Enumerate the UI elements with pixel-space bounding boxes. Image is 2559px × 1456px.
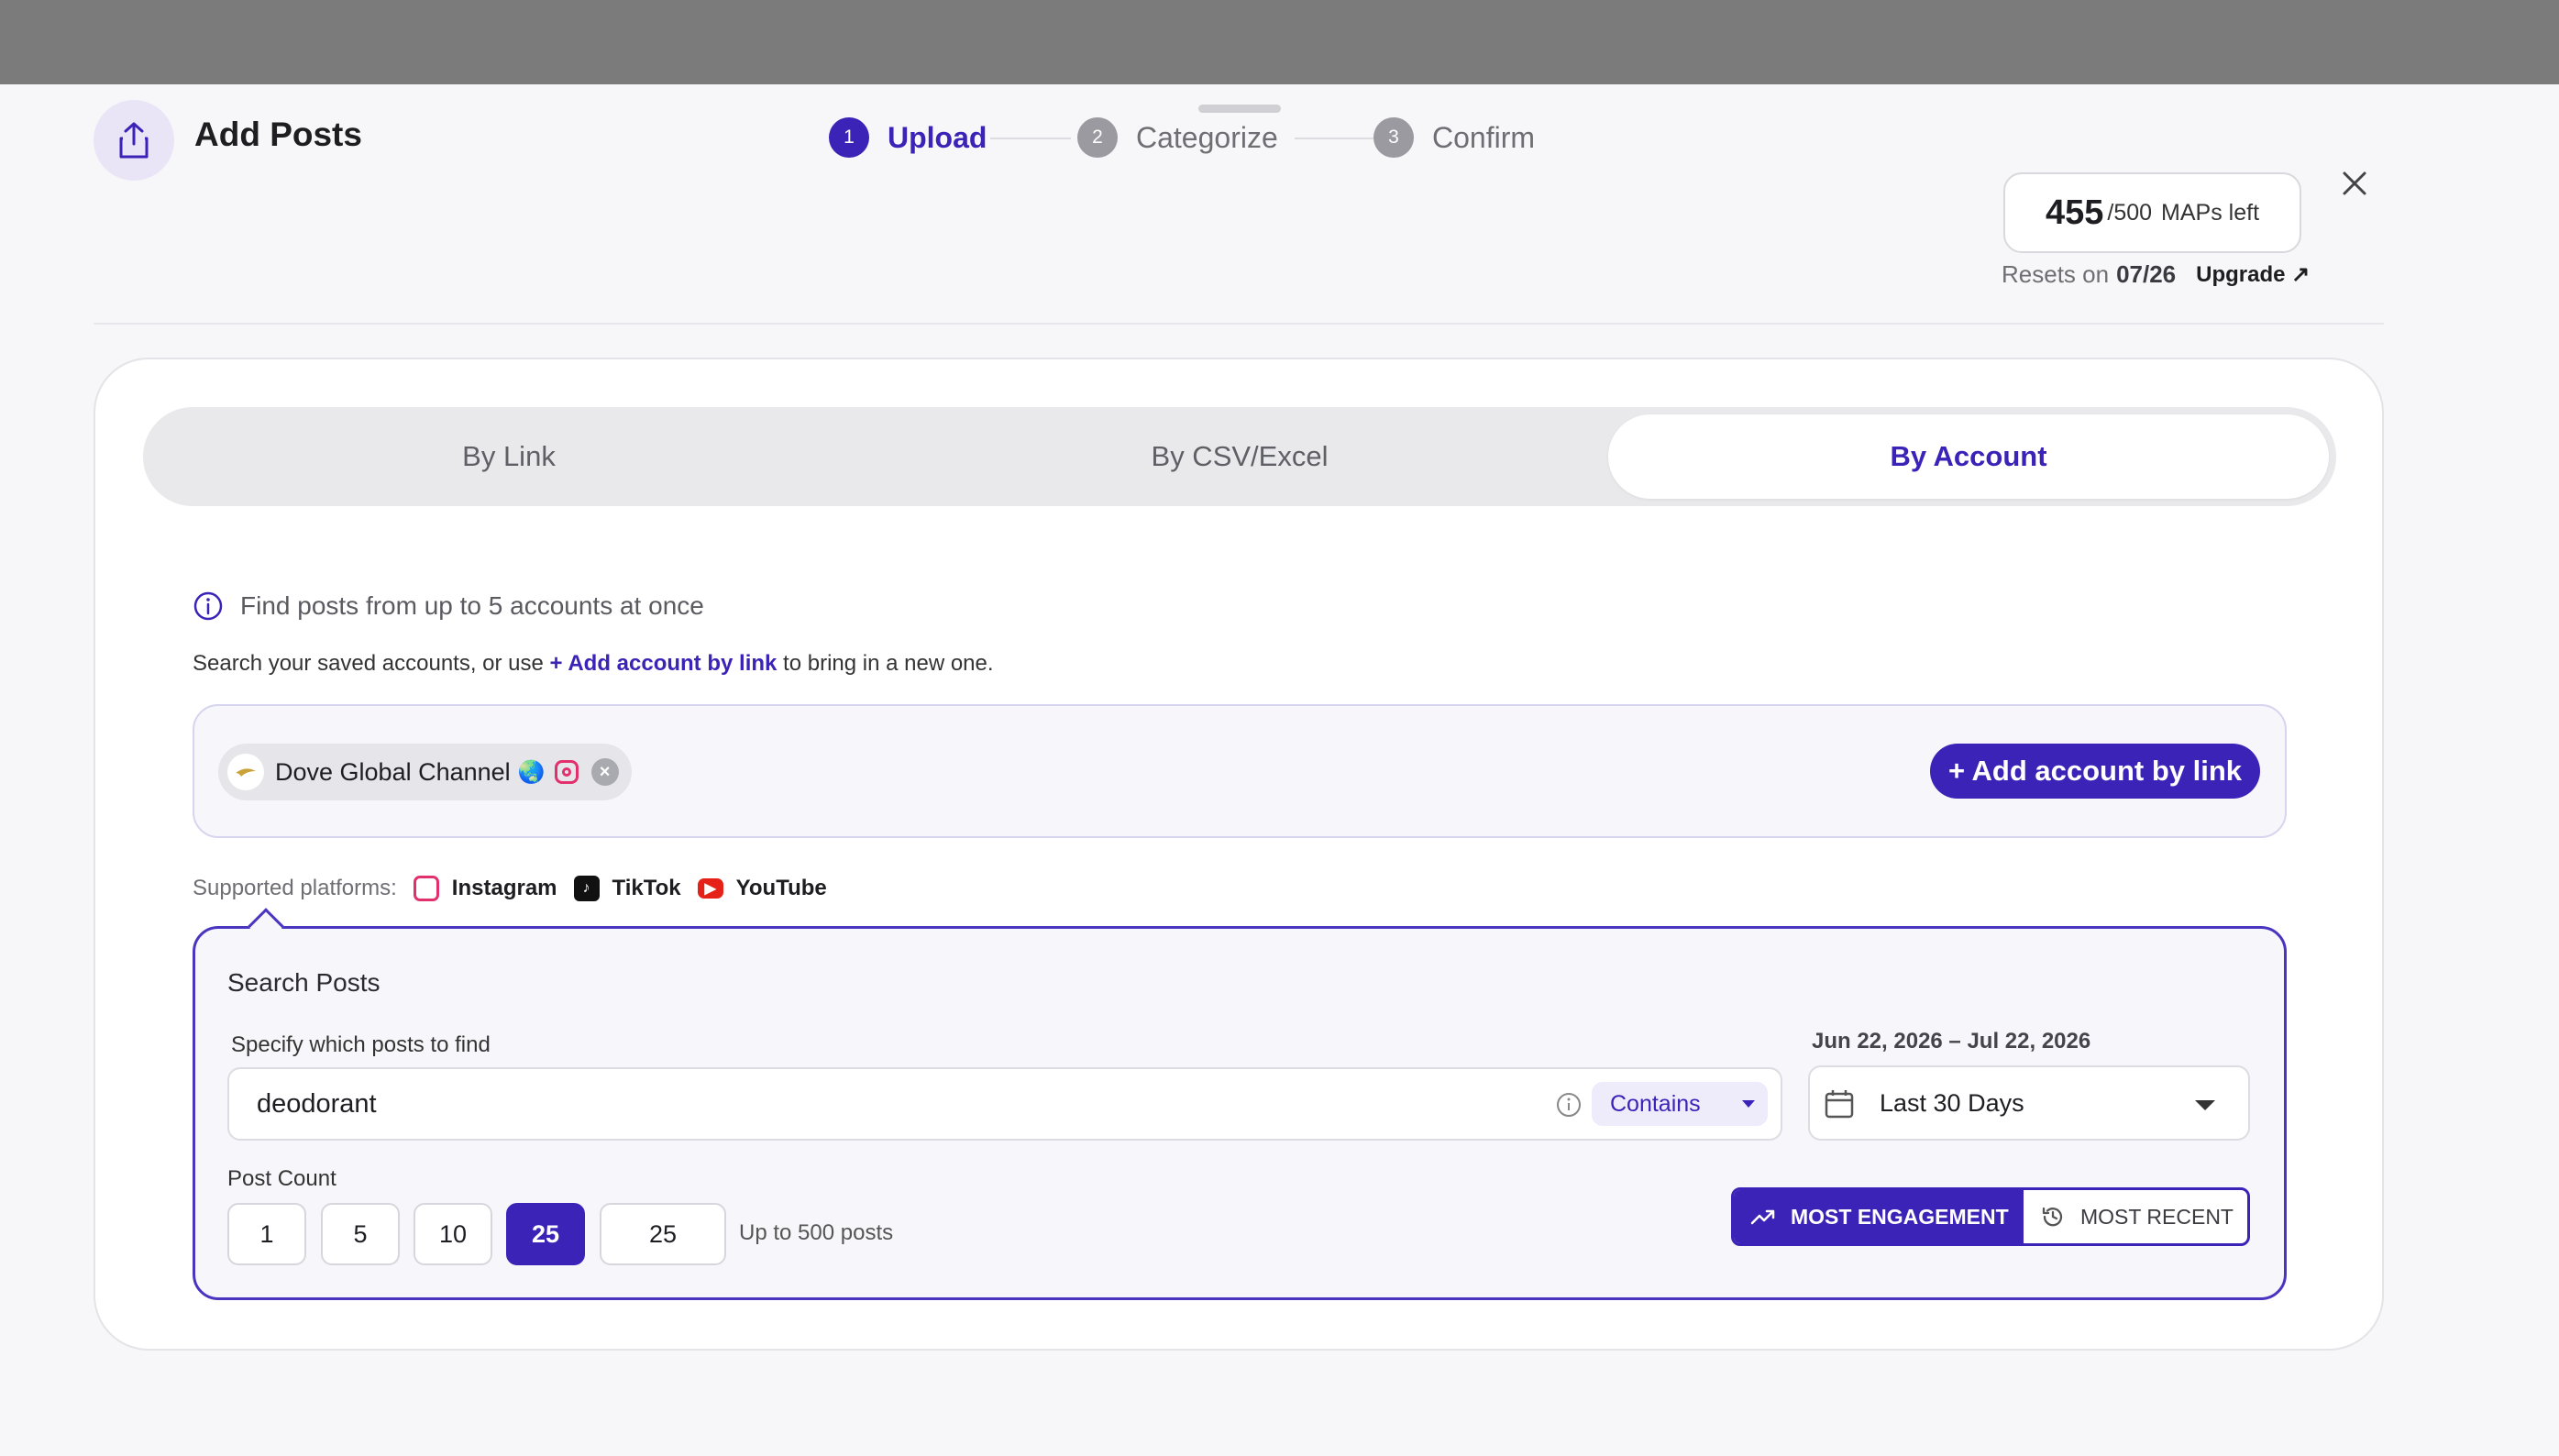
supported-label: Supported platforms:: [193, 876, 397, 900]
upload-icon: [94, 100, 174, 181]
custom-count-input[interactable]: 25: [600, 1203, 726, 1265]
trending-up-icon: [1750, 1209, 1775, 1225]
tiktok-icon: ♪: [573, 876, 600, 901]
info-icon[interactable]: [1555, 1091, 1583, 1119]
match-mode-label: Contains: [1610, 1090, 1701, 1117]
step-number: 1: [829, 117, 869, 158]
date-preset: Last 30 Days: [1880, 1089, 2024, 1117]
post-count-limit: Up to 500 posts: [739, 1220, 894, 1245]
sort-most-engagement[interactable]: MOST ENGAGEMENT: [1734, 1190, 2024, 1243]
step-label: Categorize: [1136, 120, 1278, 154]
maps-counter: 455 /500 MAPs left: [2003, 172, 2301, 253]
step-label: Upload: [888, 120, 987, 154]
post-count-5[interactable]: 5: [321, 1203, 400, 1265]
add-account-inline-link[interactable]: + Add account by link: [550, 651, 778, 676]
add-account-button[interactable]: + Add account by link: [1930, 744, 2260, 799]
hint-prefix: Search your saved accounts, or use: [193, 651, 544, 676]
step-categorize[interactable]: 2 Categorize: [1077, 117, 1278, 158]
tab-by-link[interactable]: By Link: [143, 407, 875, 506]
instagram-icon: [413, 876, 439, 901]
info-row: Find posts from up to 5 accounts at once: [193, 590, 704, 622]
sort-label: MOST ENGAGEMENT: [1791, 1204, 2009, 1229]
platform-youtube: ▶ YouTube: [697, 876, 827, 901]
drag-handle[interactable]: [1198, 105, 1281, 113]
search-input[interactable]: deodorant Contains: [227, 1067, 1782, 1141]
supported-platforms: Supported platforms: Instagram ♪ TikTok ▶…: [193, 876, 827, 901]
calendar-icon: [1825, 1090, 1854, 1119]
match-mode-select[interactable]: Contains: [1592, 1082, 1768, 1126]
platform-instagram: Instagram: [413, 876, 557, 901]
step-number: 2: [1077, 117, 1118, 158]
maps-total: /500: [2107, 199, 2153, 226]
step-connector: [990, 138, 1071, 139]
sort-label: MOST RECENT: [2080, 1204, 2234, 1229]
upgrade-link[interactable]: Upgrade ↗: [2196, 261, 2310, 288]
header-divider: [94, 323, 2384, 325]
account-name: Dove Global Channel: [275, 757, 511, 786]
platform-tiktok: ♪ TikTok: [573, 876, 681, 901]
search-query[interactable]: deodorant: [257, 1089, 377, 1120]
sort-toggle: MOST ENGAGEMENT MOST RECENT: [1731, 1187, 2250, 1246]
date-range-label: Jun 22, 2026 – Jul 22, 2026: [1812, 1029, 2091, 1053]
close-icon[interactable]: [2341, 170, 2368, 197]
specify-label: Specify which posts to find: [231, 1032, 491, 1057]
globe-emoji: 🌏: [517, 759, 546, 785]
history-icon: [2042, 1207, 2063, 1227]
step-connector: [1295, 138, 1373, 139]
step-number: 3: [1373, 117, 1414, 158]
post-count-10[interactable]: 10: [414, 1203, 492, 1265]
maps-used: 455: [2045, 193, 2104, 232]
date-range-select[interactable]: Last 30 Days: [1808, 1065, 2250, 1141]
post-count-1[interactable]: 1: [227, 1203, 306, 1265]
page-title: Add Posts: [194, 116, 362, 153]
chevron-down-icon: [1742, 1100, 1755, 1108]
remove-account-icon[interactable]: ×: [590, 758, 619, 786]
instagram-icon: [554, 760, 579, 784]
info-icon: [193, 591, 223, 621]
search-posts-title: Search Posts: [227, 968, 381, 997]
hint-suffix: to bring in a new one.: [783, 651, 994, 676]
resets-row: Resets on 07/26 Upgrade ↗: [2002, 260, 2310, 289]
resets-label: Resets on: [2002, 260, 2110, 288]
step-upload[interactable]: 1 Upload: [829, 117, 987, 158]
tab-by-account[interactable]: By Account: [1608, 414, 2329, 499]
post-count-25[interactable]: 25: [506, 1203, 585, 1265]
tab-by-csv-excel[interactable]: By CSV/Excel: [875, 407, 1605, 506]
sort-most-recent[interactable]: MOST RECENT: [2024, 1190, 2247, 1243]
maps-suffix: MAPs left: [2161, 199, 2260, 226]
backdrop-overlay: [0, 0, 2559, 84]
account-chip[interactable]: Dove Global Channel 🌏 ×: [218, 744, 632, 800]
resets-date: 07/26: [2116, 260, 2177, 288]
youtube-icon: ▶: [697, 878, 723, 899]
account-logo: [227, 754, 264, 790]
info-text: Find posts from up to 5 accounts at once: [240, 591, 704, 620]
step-label: Confirm: [1432, 120, 1536, 154]
chevron-down-icon: [2195, 1100, 2215, 1110]
step-confirm[interactable]: 3 Confirm: [1373, 117, 1535, 158]
account-hint: Search your saved accounts, or use + Add…: [193, 651, 994, 677]
post-count-label: Post Count: [227, 1166, 336, 1191]
upload-method-tabs: By Link By CSV/Excel By Account: [143, 407, 2336, 506]
